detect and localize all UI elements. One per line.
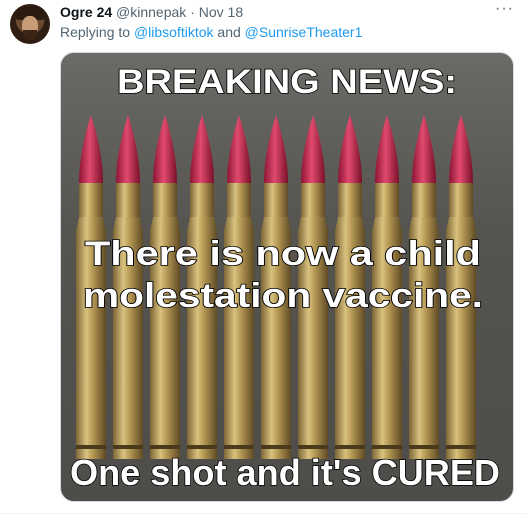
tweet-media-image[interactable]: BREAKING NEWS: There is now a child mole…: [60, 52, 514, 502]
avatar[interactable]: [10, 4, 50, 44]
bullet-tip: [264, 115, 288, 183]
bullet-neck: [375, 183, 399, 217]
bullet-rim: [113, 445, 143, 449]
bullet-rim: [409, 445, 439, 449]
avatar-beard: [23, 30, 37, 40]
bullet-rim: [76, 445, 106, 449]
separator-dot: ·: [190, 4, 195, 20]
meme-image: BREAKING NEWS: There is now a child mole…: [69, 62, 501, 494]
bullet-tip: [153, 115, 177, 183]
bullet-shoulder: [409, 217, 439, 231]
bullet-shoulder: [261, 217, 291, 231]
bullet-tip: [412, 115, 436, 183]
more-horizontal-icon[interactable]: ···: [495, 1, 514, 17]
bullet-shoulder: [446, 217, 476, 231]
meme-bottom-text: One shot and it's CURED: [70, 452, 500, 493]
bullet-tip: [79, 115, 103, 183]
bullet-neck: [227, 183, 251, 217]
bullet-tip: [338, 115, 362, 183]
bullet-rim: [150, 445, 180, 449]
bullet-tip: [375, 115, 399, 183]
bullet-rim: [261, 445, 291, 449]
bullet-shoulder: [372, 217, 402, 231]
bullet-rim: [187, 445, 217, 449]
bullet-rim: [224, 445, 254, 449]
bullet-rim: [298, 445, 328, 449]
user-handle[interactable]: @kinnepak: [116, 4, 186, 20]
tweet[interactable]: Ogre 24 @kinnepak · Nov 18 ··· Replying …: [0, 0, 526, 514]
bullet-neck: [301, 183, 325, 217]
bullet-tip: [449, 115, 473, 183]
replying-to-prefix: Replying to: [60, 24, 134, 40]
bullet-neck: [338, 183, 362, 217]
bullet-rim: [372, 445, 402, 449]
bullet-tip: [227, 115, 251, 183]
bullet-shoulder: [335, 217, 365, 231]
bullet-tip: [301, 115, 325, 183]
bullet-shoulder: [298, 217, 328, 231]
meme-headline: BREAKING NEWS:: [117, 63, 457, 101]
bullet-neck: [79, 183, 103, 217]
meme-line-1: There is now a child: [85, 235, 481, 273]
bullet-tip: [116, 115, 140, 183]
bullet-shoulder: [150, 217, 180, 231]
bullet-tip: [190, 115, 214, 183]
mention-libsoftiktok[interactable]: @libsoftiktok: [134, 24, 214, 40]
display-name[interactable]: Ogre 24: [60, 4, 112, 20]
replying-to-conjunction: and: [213, 24, 245, 40]
bullet-rim: [446, 445, 476, 449]
replying-to: Replying to @libsoftiktok and @SunriseTh…: [60, 23, 516, 41]
mention-sunrisetheater1[interactable]: @SunriseTheater1: [245, 24, 363, 40]
tweet-date[interactable]: Nov 18: [199, 4, 243, 20]
bullet-neck: [412, 183, 436, 217]
bullet-neck: [264, 183, 288, 217]
bullet-shoulder: [224, 217, 254, 231]
bullet-neck: [153, 183, 177, 217]
meme-line-2: molestation vaccine.: [83, 277, 483, 315]
bullet-shoulder: [76, 217, 106, 231]
bullet-shoulder: [187, 217, 217, 231]
bullet-shoulder: [113, 217, 143, 231]
tweet-header: Ogre 24 @kinnepak · Nov 18: [60, 3, 492, 21]
bullet-neck: [116, 183, 140, 217]
bullet-neck: [449, 183, 473, 217]
bullet-neck: [190, 183, 214, 217]
bullet-rim: [335, 445, 365, 449]
